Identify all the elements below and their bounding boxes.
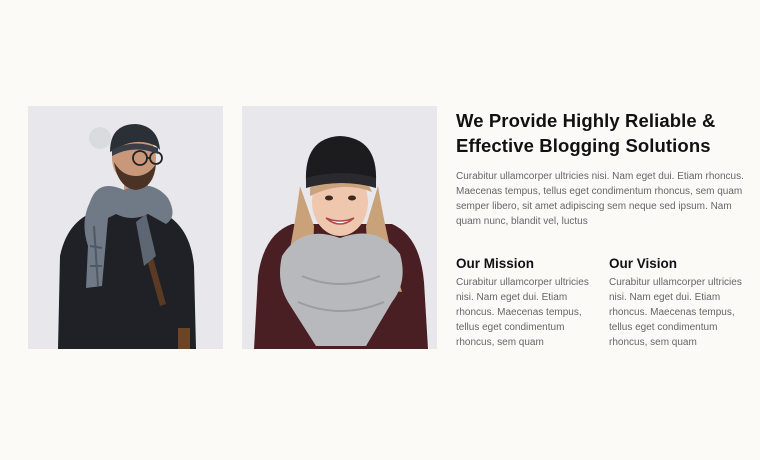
section-lead-paragraph: Curabitur ullamcorper ultricies nisi. Na…	[456, 171, 744, 227]
woman-portrait-illustration	[242, 106, 437, 349]
about-content: We Provide Highly Reliable & Effective B…	[456, 108, 746, 229]
vision-heading: Our Vision	[609, 256, 678, 271]
vision-text: Curabitur ullamcorper ultricies nisi. Na…	[609, 277, 742, 348]
mission-text: Curabitur ullamcorper ultricies nisi. Na…	[456, 277, 589, 348]
team-photo-man	[28, 106, 223, 349]
section-title: We Provide Highly Reliable & Effective B…	[456, 110, 716, 156]
mission-heading: Our Mission	[456, 256, 535, 271]
man-portrait-illustration	[28, 106, 223, 349]
team-photo-woman	[242, 106, 437, 349]
vision-block: Our Vision Curabitur ullamcorper ultrici…	[609, 255, 749, 350]
mission-block: Our Mission Curabitur ullamcorper ultric…	[456, 255, 596, 350]
